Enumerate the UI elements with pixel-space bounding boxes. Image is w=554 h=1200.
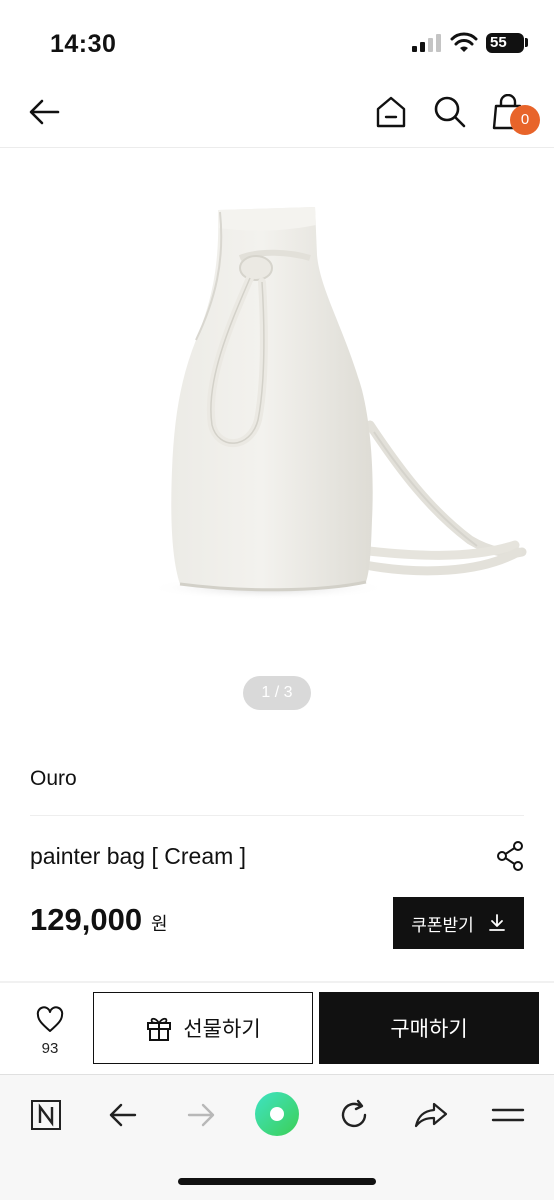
bag-illustration bbox=[148, 207, 527, 600]
coupon-label: 쿠폰받기 bbox=[411, 915, 474, 936]
home-indicator[interactable] bbox=[178, 1178, 376, 1185]
home-icon[interactable] bbox=[373, 94, 409, 130]
menu-icon[interactable] bbox=[488, 1095, 528, 1135]
image-pager: 1 / 3 bbox=[243, 676, 311, 710]
coupon-button[interactable]: 쿠폰받기 bbox=[393, 897, 524, 949]
product-name: painter bag [ Cream ] bbox=[30, 843, 247, 869]
heart-icon[interactable] bbox=[28, 1005, 72, 1033]
back-arrow-icon[interactable] bbox=[26, 94, 62, 130]
like-count: 93 bbox=[41, 1040, 59, 1057]
buy-label: 구매하기 bbox=[390, 1017, 468, 1041]
green-dot-icon[interactable] bbox=[252, 1089, 302, 1139]
price-unit: 원 bbox=[151, 914, 168, 934]
download-icon bbox=[488, 914, 505, 931]
divider bbox=[30, 815, 524, 816]
buy-button[interactable]: 구매하기 bbox=[319, 992, 539, 1064]
refresh-icon[interactable] bbox=[334, 1095, 374, 1135]
battery-indicator: 55 bbox=[486, 33, 524, 53]
browser-back-icon[interactable] bbox=[103, 1095, 143, 1135]
naver-n-icon[interactable] bbox=[26, 1095, 66, 1135]
brand-name[interactable]: Ouro bbox=[30, 767, 77, 791]
product-image[interactable] bbox=[0, 150, 554, 750]
battery-cap bbox=[525, 38, 528, 47]
signal-icon bbox=[412, 34, 441, 52]
gift-icon bbox=[147, 1017, 172, 1041]
status-time: 14:30 bbox=[50, 30, 117, 58]
browser-forward-icon[interactable] bbox=[181, 1095, 221, 1135]
gift-button[interactable]: 선물하기 bbox=[93, 992, 313, 1064]
cart-count-badge: 0 bbox=[510, 105, 540, 135]
gift-label: 선물하기 bbox=[183, 1017, 261, 1041]
share-arrow-icon[interactable] bbox=[411, 1095, 451, 1135]
wifi-icon bbox=[450, 32, 478, 52]
section-separator bbox=[0, 981, 554, 983]
search-icon[interactable] bbox=[432, 94, 468, 130]
app-header bbox=[0, 80, 554, 148]
price: 129,000 bbox=[30, 902, 143, 937]
status-bar: 14:30 55 bbox=[0, 0, 554, 80]
share-icon[interactable] bbox=[494, 840, 526, 872]
